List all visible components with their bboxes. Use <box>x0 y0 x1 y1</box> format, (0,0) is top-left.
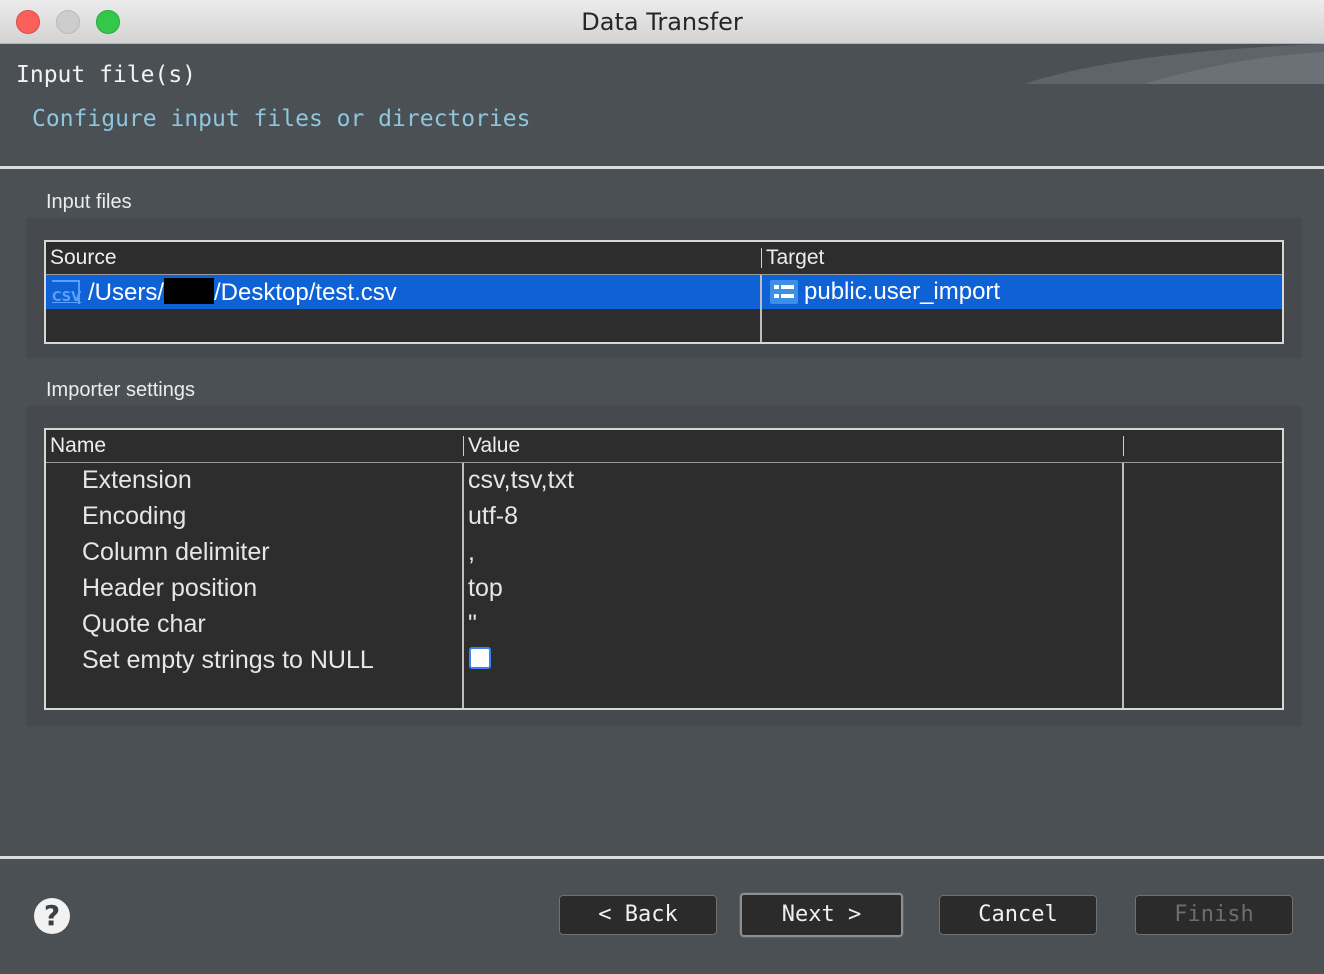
input-files-label: Input files <box>46 191 132 213</box>
input-files-table[interactable]: Source Target CSV /Users/ /Desktop/test.c… <box>44 240 1284 344</box>
finish-button: Finish <box>1135 895 1293 935</box>
wizard-header: Input file(s) Configure input files or d… <box>0 44 1324 166</box>
setting-value-column-delimiter[interactable]: , <box>468 538 475 567</box>
empty-strings-null-checkbox[interactable] <box>469 647 491 669</box>
setting-name-encoding: Encoding <box>82 502 187 530</box>
column-header-extra[interactable] <box>1124 430 1128 462</box>
window-title: Data Transfer <box>581 8 743 36</box>
column-header-source[interactable]: Source <box>46 242 117 274</box>
next-button[interactable]: Next > <box>740 893 903 937</box>
footer-divider <box>0 856 1324 859</box>
setting-value-header-position[interactable]: top <box>468 574 503 603</box>
source-path: /Users/ /Desktop/test.csv <box>88 278 397 307</box>
csv-file-icon: CSV <box>52 280 81 305</box>
column-header-target[interactable]: Target <box>762 242 824 274</box>
setting-name-header-position: Header position <box>82 574 258 602</box>
header-banner-graphic <box>1024 44 1324 84</box>
column-divider <box>462 463 464 708</box>
table-icon <box>770 280 798 304</box>
cancel-button[interactable]: Cancel <box>939 895 1097 935</box>
setting-name-column-delimiter: Column delimiter <box>82 538 270 566</box>
importer-settings-table-header: Name Value <box>46 430 1282 463</box>
back-button[interactable]: < Back <box>559 895 717 935</box>
redacted-username <box>164 278 215 304</box>
column-divider <box>1122 463 1124 708</box>
header-divider <box>0 166 1324 169</box>
input-files-table-header: Source Target <box>46 242 1282 275</box>
setting-value-quote-char[interactable]: " <box>468 610 477 639</box>
wizard-footer: ? < Back Next > Cancel Finish <box>0 860 1324 974</box>
help-icon[interactable]: ? <box>34 898 70 934</box>
page-description: Configure input files or directories <box>32 106 531 132</box>
setting-value-encoding[interactable]: utf-8 <box>468 502 518 531</box>
source-path-suffix: /Desktop/test.csv <box>214 279 397 306</box>
title-bar: Data Transfer <box>0 0 1324 44</box>
setting-value-extension[interactable]: csv,tsv,txt <box>468 466 574 495</box>
table-row[interactable]: CSV /Users/ /Desktop/test.csv public.user… <box>46 275 1282 309</box>
setting-name-extension: Extension <box>82 466 192 494</box>
importer-settings-table[interactable]: Name Value Extension csv,tsv,txt Encodin… <box>44 428 1284 710</box>
setting-name-quote-char: Quote char <box>82 610 206 638</box>
column-header-value[interactable]: Value <box>464 430 520 462</box>
source-path-prefix: /Users/ <box>88 279 165 306</box>
column-divider <box>760 275 762 342</box>
page-title: Input file(s) <box>16 62 197 88</box>
importer-settings-label: Importer settings <box>46 379 195 401</box>
setting-name-empty-strings-null: Set empty strings to NULL <box>82 646 374 674</box>
wizard-content: Input files Source Target CSV /Users/ /De… <box>0 171 1324 857</box>
target-table: public.user_import <box>804 278 1001 305</box>
column-header-name[interactable]: Name <box>46 430 106 462</box>
